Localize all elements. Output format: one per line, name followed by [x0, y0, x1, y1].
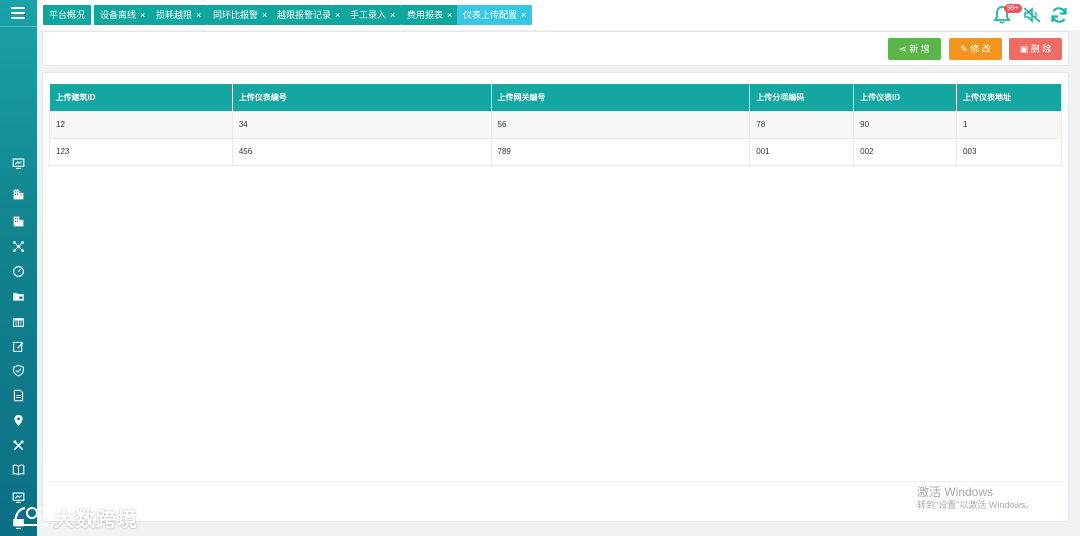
- column-header[interactable]: 上传仪表地址: [956, 84, 1062, 111]
- meter-upload-table: 上传建筑ID 上传仪表编号 上传网关编号 上传分项编码 上传仪表ID 上传仪表地…: [49, 84, 1062, 166]
- close-icon[interactable]: ×: [196, 10, 201, 20]
- gift-box-icon[interactable]: [10, 313, 26, 329]
- delete-button[interactable]: ▣ 删 除: [1009, 38, 1062, 60]
- column-header[interactable]: 上传仪表编号: [232, 84, 492, 111]
- tab-label: 同环比报警: [213, 10, 259, 20]
- pencil-icon: ✎: [960, 44, 971, 54]
- table-cell: 123: [49, 137, 233, 166]
- building-alt-icon[interactable]: [10, 213, 26, 229]
- table-cell: 003: [956, 137, 1062, 166]
- table-cell: 456: [231, 137, 492, 166]
- tab-overlimit-records[interactable]: 越限报警记录 ×: [271, 5, 347, 25]
- tab-label: 越限报警记录: [277, 10, 332, 20]
- shield-check-icon[interactable]: [10, 362, 26, 378]
- table-cell: 90: [853, 110, 958, 139]
- delete-button-label: 删 除: [1030, 44, 1052, 54]
- table-cell: 002: [853, 137, 958, 166]
- tab-loss-limit[interactable]: 损耗越限 ×: [150, 5, 208, 25]
- close-icon[interactable]: ×: [140, 10, 145, 20]
- tab-label: 手工录入: [350, 10, 387, 20]
- tab-bar: 平台概况 设备离线 × 损耗越限 × 同环比报警 × 越限报警记录 × 手工录入 × 费用…: [37, 0, 1080, 30]
- table-row[interactable]: 123 456 789 001 002 003: [49, 137, 1062, 166]
- edit-button[interactable]: ✎ 修 改: [949, 38, 1002, 60]
- column-header[interactable]: 上传仪表ID: [853, 84, 958, 111]
- network-icon[interactable]: [10, 238, 26, 254]
- trash-icon: ▣: [1019, 44, 1031, 54]
- pagination-divider: [49, 481, 1062, 482]
- share-icon: ⋖: [899, 44, 910, 54]
- tab-manual-entry[interactable]: 手工录入 ×: [344, 5, 402, 25]
- table-cell: 56: [490, 110, 751, 139]
- sidebar-divider: [0, 26, 37, 27]
- folder-icon[interactable]: [10, 288, 26, 304]
- tab-device-offline[interactable]: 设备离线 ×: [94, 5, 152, 25]
- notification-badge: 99+: [1004, 4, 1022, 13]
- tab-label: 损耗越限: [156, 10, 193, 20]
- table-cell: 001: [749, 137, 855, 166]
- table-cell: 789: [490, 137, 751, 166]
- tab-label: 费用报表: [407, 10, 444, 20]
- tab-label: 平台概况: [49, 10, 86, 20]
- close-icon[interactable]: ×: [335, 10, 340, 20]
- table-cell: 78: [749, 110, 855, 139]
- close-icon[interactable]: ×: [447, 10, 452, 20]
- refresh-icon[interactable]: [1049, 5, 1069, 25]
- table-header-row: 上传建筑ID 上传仪表编号 上传网关编号 上传分项编码 上传仪表ID 上传仪表地…: [49, 84, 1062, 111]
- close-icon[interactable]: ×: [262, 10, 267, 20]
- tab-label: 仪表上传配置: [463, 10, 518, 20]
- tab-platform-overview[interactable]: 平台概况: [43, 5, 92, 25]
- book-icon[interactable]: [10, 461, 26, 477]
- column-header[interactable]: 上传建筑ID: [49, 84, 233, 111]
- tab-cost-report[interactable]: 费用报表 ×: [401, 5, 459, 25]
- column-header[interactable]: 上传网关编号: [491, 84, 751, 111]
- tab-meter-upload-config[interactable]: 仪表上传配置 ×: [457, 5, 533, 25]
- tab-yoy-alarm[interactable]: 同环比报警 ×: [207, 5, 274, 25]
- windows-activation-subtitle: 转到"设置"以激活 Windows。: [917, 500, 1035, 510]
- edit-button-label: 修 改: [970, 44, 991, 54]
- column-header[interactable]: 上传分项编码: [749, 84, 855, 111]
- table-panel: 上传建筑ID 上传仪表编号 上传网关编号 上传分项编码 上传仪表ID 上传仪表地…: [42, 72, 1069, 522]
- logo-text: 大数跨境: [54, 508, 138, 531]
- sidebar: [0, 0, 37, 536]
- add-button-label: 新 增: [909, 44, 930, 54]
- location-pin-icon[interactable]: [10, 412, 26, 428]
- table-cell: 1: [956, 110, 1062, 139]
- logo-watermark: 大数跨境: [12, 502, 138, 532]
- edit-icon[interactable]: [10, 338, 26, 354]
- mute-icon[interactable]: [1022, 5, 1042, 25]
- tools-icon[interactable]: [10, 437, 26, 453]
- table-cell: 12: [49, 110, 233, 139]
- close-icon[interactable]: ×: [521, 10, 526, 20]
- menu-toggle-icon[interactable]: [11, 7, 25, 19]
- add-button[interactable]: ⋖ 新 增: [888, 38, 941, 60]
- table-cell: 34: [231, 110, 492, 139]
- monitor-icon[interactable]: [10, 155, 26, 171]
- table-row[interactable]: 12 34 56 78 90 1: [49, 110, 1062, 139]
- logo-mark-icon: [14, 506, 49, 526]
- tab-label: 设备离线: [100, 10, 137, 20]
- close-icon[interactable]: ×: [390, 10, 395, 20]
- building-icon[interactable]: [10, 186, 26, 202]
- document-icon[interactable]: [10, 387, 26, 403]
- action-toolbar: ⋖ 新 增 ✎ 修 改 ▣ 删 除: [42, 31, 1069, 66]
- gauge-icon[interactable]: [10, 263, 26, 279]
